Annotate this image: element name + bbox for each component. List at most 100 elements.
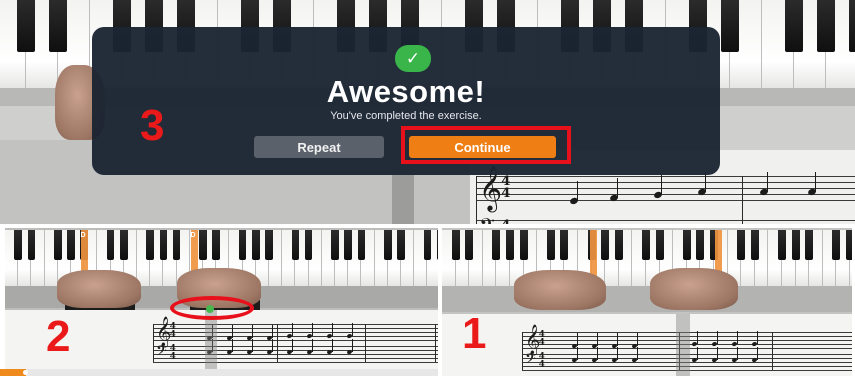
note-stem [331,323,333,337]
note-stem [636,333,638,347]
note-stem [311,339,313,353]
staff-line [153,350,438,351]
black-key [784,0,804,52]
time-signature-top: 4 [501,219,510,224]
black-key [805,230,814,260]
key-label-d-2: D [190,232,196,239]
bass-clef-icon: 𝄢 [479,216,495,224]
black-key [642,230,650,260]
staff-line [476,188,855,189]
progress-bar[interactable] [0,369,438,376]
note-stem [231,339,233,353]
left-hand [57,270,141,308]
black-key [383,230,392,260]
staff-line [153,328,438,329]
note-stem [331,339,333,353]
black-key [846,230,852,260]
black-key [14,230,22,260]
black-key [344,230,352,260]
note-stem [231,325,233,339]
black-key [451,230,460,260]
black-key [106,230,115,260]
black-key [119,230,128,260]
black-key [238,230,247,260]
top-divider [392,175,414,224]
time-signature-bottom: 4 [538,338,545,348]
note-stem [636,347,638,361]
note-stem [576,333,578,347]
black-key [791,230,800,260]
note-stem [311,323,313,337]
staff-line [476,200,855,201]
note-stem [351,323,353,337]
black-key [848,0,855,52]
note-stem [767,171,769,192]
step-number-1: 1 [462,309,487,358]
black-key [720,0,740,52]
time-signature-bottom: 4 [169,352,176,362]
staff-line [153,358,438,359]
note-stem [696,347,698,361]
modal-title: Awesome! [326,74,486,109]
black-key [832,230,841,260]
black-key [696,230,705,260]
time-signature-bottom: 4 [501,186,511,201]
measure-barline [277,324,278,362]
black-key [159,230,168,260]
key-label-d-1: D [80,232,86,239]
black-key [48,0,68,52]
black-key [67,230,75,260]
black-key [199,230,207,260]
note-stem [577,180,579,201]
staff-line [153,354,438,355]
step-number-3: 3 [140,101,165,150]
system-barline [476,176,477,224]
note-stem [251,325,253,339]
note-stem [616,333,618,347]
black-key [519,230,528,260]
bass-clef-icon: 𝄢 [156,341,167,362]
black-key [265,230,273,260]
staff-line [153,324,438,325]
black-key [331,230,339,260]
system-barline [522,332,523,370]
note-stem [576,347,578,361]
time-signature-bottom: 4 [169,330,176,340]
staff-line [476,194,855,195]
bottom-right-panel: 𝄞 𝄢 4 4 4 4 [442,228,852,376]
measure-barline [742,176,743,224]
black-key [172,230,181,260]
note-stem [251,339,253,353]
correct-note-dot [206,305,214,313]
step-number-2: 2 [46,312,71,361]
black-key [357,230,366,260]
check-icon: ✓ [395,45,431,72]
staff-line [153,332,438,333]
black-key [251,230,260,260]
right-sleeve-bar [442,286,852,312]
black-key [560,230,569,260]
staff-line [476,176,855,177]
black-key [655,230,664,260]
note-stem [736,331,738,345]
black-key [436,230,438,260]
right-panel-left-hand [514,270,606,310]
repeat-button[interactable]: Repeat [254,136,384,158]
staff-line [153,346,438,347]
black-key [465,230,474,260]
right-panel-right-hand [650,268,738,310]
note-stem [716,347,718,361]
black-key [16,0,36,52]
note-stem [291,339,293,353]
note-stem [616,347,618,361]
black-key [682,230,691,260]
black-key [737,230,746,260]
black-key [506,230,514,260]
note-stem [756,347,758,361]
black-key [778,230,786,260]
note-stem [617,177,619,198]
sheet-music-right: 𝄞 𝄢 4 4 4 4 [442,314,852,376]
progress-handle[interactable] [23,370,29,375]
note-stem [696,331,698,345]
playhead [676,314,690,376]
